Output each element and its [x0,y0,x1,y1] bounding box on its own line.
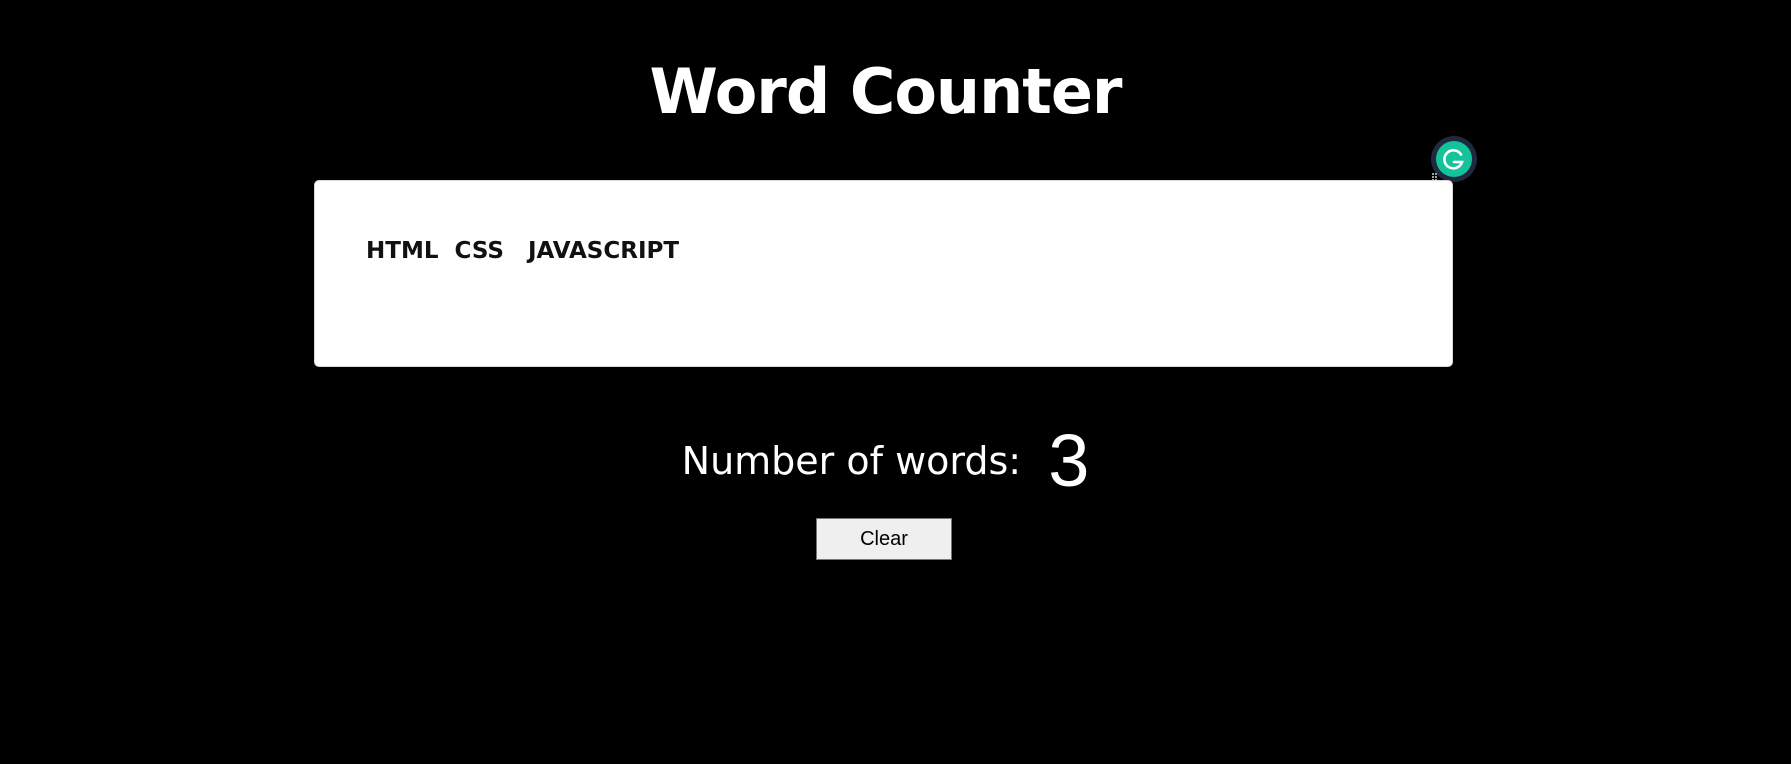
word-count-display: Number of words: 3 [0,420,1771,502]
textarea-value: HTML CSS JAVASCRIPT [366,238,680,264]
resize-grip-icon[interactable] [1437,351,1449,363]
word-count-value: 3 [1048,419,1090,502]
word-input-textarea[interactable]: HTML CSS JAVASCRIPT [314,180,1453,367]
clear-button[interactable]: Clear [816,518,952,560]
page-title: Word Counter [649,55,1123,128]
word-counter-page: Word Counter HTML CSS JAVASCRIPT Number … [0,0,1791,764]
word-count-label: Number of words: [681,439,1022,483]
grammarly-icon[interactable] [1430,135,1478,183]
